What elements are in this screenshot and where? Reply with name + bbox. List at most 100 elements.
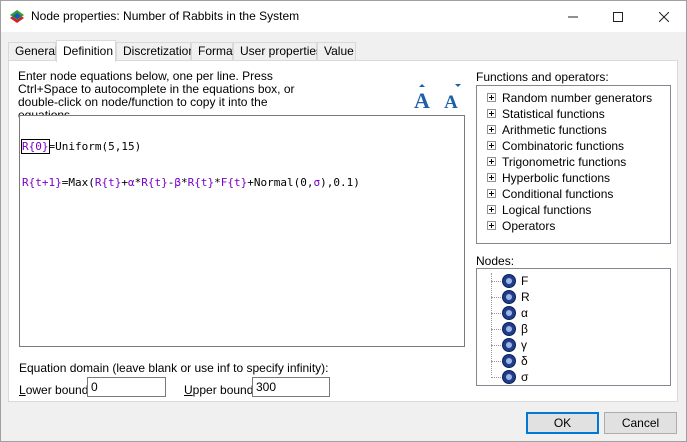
equation-token: 0: [333, 176, 340, 189]
minimize-button[interactable]: [550, 1, 596, 32]
upper-bound-input[interactable]: [252, 377, 330, 397]
function-category-item[interactable]: Conditional functions: [477, 186, 667, 202]
function-category-item[interactable]: Random number generators: [477, 90, 667, 106]
function-category-item[interactable]: Hyperbolic functions: [477, 170, 667, 186]
function-category-label: Operators: [502, 219, 556, 233]
equation-line-1[interactable]: R{0}=Uniform(5,15): [21, 139, 462, 154]
expand-plus-icon[interactable]: [487, 189, 496, 198]
equations-editor[interactable]: R{0}=Uniform(5,15) R{t+1}=Max(R{t}+α*R{t…: [19, 115, 465, 347]
node-label: σ: [521, 370, 529, 384]
function-category-label: Statistical functions: [502, 107, 605, 121]
function-category-item[interactable]: Logical functions: [477, 202, 667, 218]
equation-token: R{t}: [94, 176, 122, 189]
equation-domain-label: Equation domain (leave blank or use inf …: [19, 361, 329, 375]
tab-general[interactable]: General: [8, 42, 58, 61]
equation-line-2[interactable]: R{t+1}=Max(R{t}+α*R{t}-β*R{t}*F{t}+Norma…: [22, 177, 462, 189]
expand-plus-icon[interactable]: [487, 205, 496, 214]
tree-connector: [491, 281, 501, 282]
equation-token: 0: [300, 176, 307, 189]
function-category-item[interactable]: Arithmetic functions: [477, 122, 667, 138]
nodes-tree[interactable]: FRαβγδσ: [476, 268, 671, 386]
ok-button[interactable]: OK: [526, 412, 599, 434]
tab-definition[interactable]: Definition: [56, 40, 116, 62]
equation-token: (: [88, 176, 95, 189]
equation-token: 5: [127, 140, 135, 153]
node-item[interactable]: β: [477, 321, 667, 337]
upper-bound-label: Upper bound:: [184, 383, 257, 397]
nodes-label: Nodes:: [476, 254, 515, 268]
functions-tree[interactable]: Random number generators Statistical func…: [476, 85, 671, 244]
tree-connector: [491, 345, 501, 346]
equation-token: R{0}: [21, 139, 50, 154]
expand-plus-icon[interactable]: [487, 141, 496, 150]
node-icon: [502, 322, 516, 336]
expand-plus-icon[interactable]: [487, 221, 496, 230]
function-category-label: Logical functions: [502, 203, 592, 217]
function-category-item[interactable]: Trigonometric functions: [477, 154, 667, 170]
equation-token: α: [128, 176, 135, 189]
tree-connector: [491, 377, 501, 378]
function-category-label: Trigonometric functions: [502, 155, 627, 169]
node-item[interactable]: σ: [477, 369, 667, 385]
equation-token: 1: [121, 140, 128, 153]
equation-token: .: [340, 176, 347, 189]
equation-token: Max: [68, 176, 89, 189]
equation-token: R{t}: [187, 176, 215, 189]
lower-bound-input[interactable]: [87, 377, 166, 397]
node-item[interactable]: δ: [477, 353, 667, 369]
node-label: γ: [521, 338, 527, 352]
tab-value[interactable]: Value: [317, 42, 356, 61]
maximize-button[interactable]: [595, 1, 641, 32]
app-logo-icon: [10, 10, 24, 23]
node-icon: [502, 290, 516, 304]
svg-text:A: A: [414, 88, 430, 110]
close-icon: [659, 11, 669, 22]
function-category-item[interactable]: Operators: [477, 218, 667, 234]
node-label: α: [521, 306, 528, 320]
window-title: Node properties: Number of Rabbits in th…: [31, 9, 300, 23]
equation-token: ,: [306, 176, 314, 189]
equation-token: ): [134, 140, 142, 153]
expand-plus-icon[interactable]: [487, 157, 496, 166]
equation-token: Normal: [253, 176, 294, 189]
equation-token: ): [353, 176, 360, 189]
equation-token: R{t+1}: [22, 176, 62, 189]
equation-token: 5: [108, 140, 115, 153]
equation-token: *: [214, 176, 221, 189]
tab-discretization[interactable]: Discretization: [116, 42, 195, 61]
tab-strip: General Definition Discretization Format…: [8, 40, 687, 62]
function-category-item[interactable]: Combinatoric functions: [477, 138, 667, 154]
expand-plus-icon[interactable]: [487, 109, 496, 118]
maximize-icon: [613, 11, 623, 22]
node-label: R: [521, 290, 530, 304]
tab-format[interactable]: Format: [191, 42, 236, 61]
tree-connector: [491, 361, 501, 362]
node-item[interactable]: α: [477, 305, 667, 321]
equation-token: β: [174, 176, 181, 189]
tab-user-properties[interactable]: User properties: [233, 42, 322, 61]
function-category-label: Arithmetic functions: [502, 123, 607, 137]
node-icon: [502, 338, 516, 352]
tree-connector: [491, 329, 501, 330]
minimize-icon: [568, 16, 578, 17]
cancel-button[interactable]: Cancel: [604, 412, 677, 434]
node-item[interactable]: F: [477, 273, 667, 289]
title-bar: Node properties: Number of Rabbits in th…: [1, 1, 686, 32]
node-label: F: [521, 274, 529, 288]
close-button[interactable]: [641, 1, 687, 32]
function-category-item[interactable]: Statistical functions: [477, 106, 667, 122]
functions-label: Functions and operators:: [476, 70, 609, 84]
expand-plus-icon[interactable]: [487, 173, 496, 182]
node-icon: [502, 370, 516, 384]
increase-font-icon[interactable]: A: [410, 84, 434, 110]
node-item[interactable]: γ: [477, 337, 667, 353]
expand-plus-icon[interactable]: [487, 93, 496, 102]
node-label: δ: [521, 354, 528, 368]
node-item[interactable]: R: [477, 289, 667, 305]
tree-connector: [491, 313, 501, 314]
expand-plus-icon[interactable]: [487, 125, 496, 134]
node-properties-dialog: Node properties: Number of Rabbits in th…: [0, 0, 687, 442]
definition-panel: Enter node equations below, one per line…: [8, 60, 678, 402]
decrease-font-icon[interactable]: A: [440, 84, 464, 110]
equation-token: +: [121, 176, 128, 189]
